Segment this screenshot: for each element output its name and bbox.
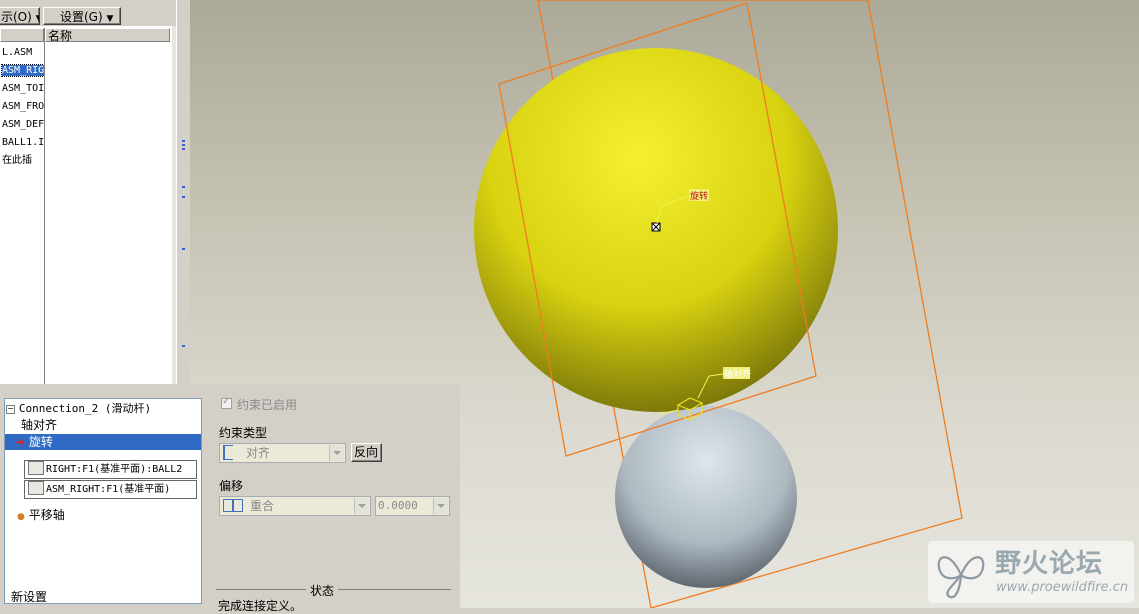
rotate-tag: 旋转 [690, 190, 708, 202]
panel-splitter[interactable] [176, 0, 191, 384]
translation-axis-item[interactable]: ● 平移轴 [17, 507, 65, 523]
status-text: 完成连接定义。 [218, 599, 303, 613]
align-icon [223, 445, 233, 460]
tree-item[interactable]: L.ASM [0, 45, 44, 61]
bullet-dot-icon: ● [17, 512, 25, 522]
new-set-item[interactable]: 新设置 [11, 589, 47, 605]
offset-value-input[interactable]: 0.0000 [375, 496, 450, 516]
connection-item[interactable]: − Connection_2 (滑动杆) [6, 400, 151, 416]
forum-watermark: 野火论坛 www.proewildfire.cn [928, 541, 1134, 603]
collapse-icon[interactable]: − [6, 405, 15, 414]
settings-menu-button[interactable]: 设置(G) ▼ [43, 7, 121, 25]
tree-item[interactable]: BALL1.I [0, 135, 44, 151]
tree-item[interactable]: ASM_FRO [0, 99, 44, 115]
datum-plane-icon [28, 461, 44, 475]
constraint-enabled-checkbox[interactable]: ✓ [221, 396, 232, 409]
tree-column-header-left[interactable] [0, 28, 44, 42]
constraint-type-label: 约束类型 [219, 426, 268, 440]
flip-button[interactable]: 反向 [351, 443, 382, 462]
axis-align-constraint-item[interactable]: 轴对齐 [21, 417, 57, 433]
offset-label: 偏移 [219, 479, 244, 493]
tree-column-divider[interactable] [44, 28, 45, 384]
axis-align-tag: 轴对齐 [724, 368, 751, 380]
tree-item[interactable]: ASM_RIG [0, 63, 44, 79]
coincident-icon [223, 499, 243, 512]
red-arrow-icon: ➜ [15, 435, 26, 449]
bottom-ball-ball2[interactable] [615, 406, 797, 588]
watermark-url: www.proewildfire.cn [996, 580, 1129, 595]
tree-column-header-name[interactable]: 名称 [45, 28, 170, 43]
watermark-title: 野火论坛 [995, 549, 1104, 579]
connection-list: − Connection_2 (滑动杆) 轴对齐 ➜ 旋转 RIGHT:F1(基… [4, 398, 202, 604]
constraint-enabled-label: 约束已启用 [237, 398, 298, 412]
offset-type-select[interactable]: 重合 [219, 496, 371, 516]
butterfly-logo-icon [937, 556, 985, 599]
status-label: 状态 [306, 582, 339, 599]
show-menu-button[interactable]: 示(O) ▼ [0, 7, 40, 25]
tree-item[interactable]: ASM_TOI [0, 81, 44, 97]
tree-item[interactable]: 在此插 [0, 153, 44, 169]
constraint-type-select[interactable]: 对齐 [219, 443, 346, 463]
rotate-constraint-item[interactable]: ➜ 旋转 [5, 434, 201, 450]
tree-item[interactable]: ASM_DEF [0, 117, 44, 133]
check-icon: ✓ [222, 396, 231, 407]
reference-1-field[interactable]: RIGHT:F1(基准平面):BALL2 [24, 460, 197, 479]
chevron-down-icon: ▼ [36, 14, 39, 24]
model-tree [0, 26, 173, 384]
chevron-down-icon: ▼ [106, 14, 114, 24]
reference-2-field[interactable]: ASM_RIGHT:F1(基准平面) [24, 480, 197, 499]
datum-plane-icon [28, 481, 44, 495]
